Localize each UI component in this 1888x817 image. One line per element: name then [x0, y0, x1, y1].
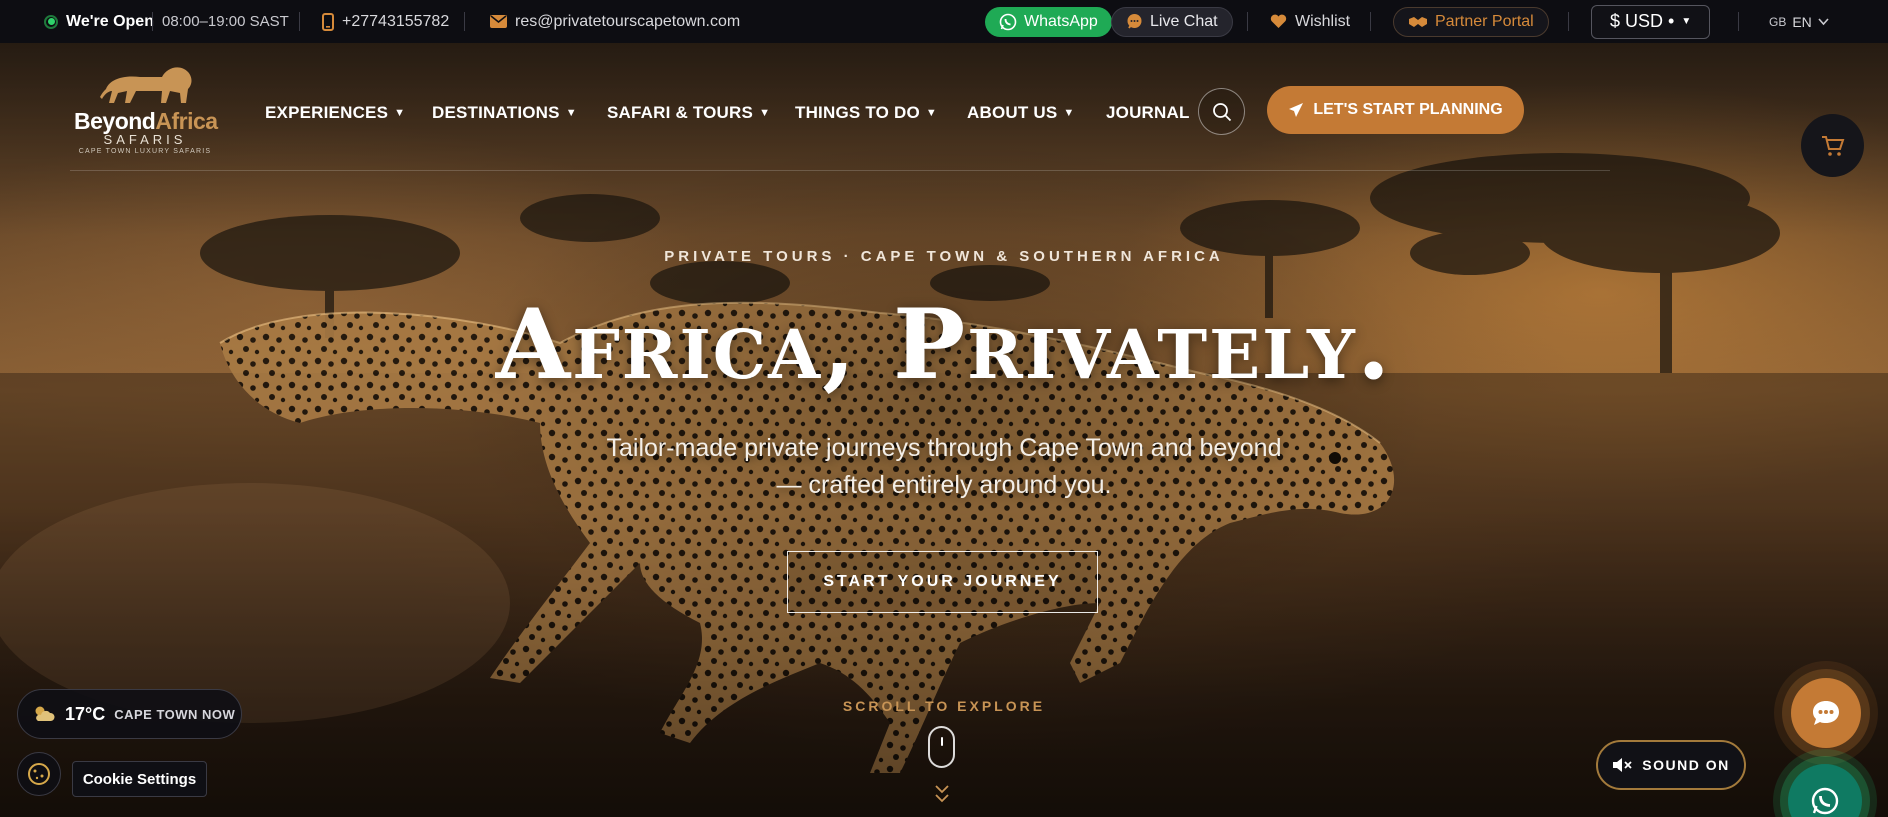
- nav-label: ABOUT US: [967, 103, 1058, 122]
- weather-icon: [35, 706, 55, 721]
- livechat-pill-wrap: Live Chat: [1111, 0, 1233, 43]
- live-chat-label: Live Chat: [1150, 12, 1218, 30]
- phone-link[interactable]: +27743155782: [322, 0, 449, 43]
- logo-word-1: Beyond: [74, 108, 156, 134]
- chevron-down-icon: ▼: [1063, 107, 1075, 119]
- chevron-down-icon: ▼: [925, 107, 937, 119]
- sound-toggle-button[interactable]: SOUND ON: [1596, 740, 1746, 790]
- phone-icon: [322, 12, 334, 31]
- nav-journal[interactable]: JOURNAL: [1106, 98, 1190, 128]
- weather-widget[interactable]: 17°C CAPE TOWN NOW: [17, 689, 242, 739]
- start-planning-button[interactable]: LET'S START PLANNING: [1267, 86, 1524, 134]
- whatsapp-button[interactable]: WhatsApp: [985, 6, 1112, 37]
- divider: [1568, 12, 1569, 31]
- search-icon: [1212, 102, 1231, 121]
- mail-icon: [490, 15, 507, 28]
- cookie-icon: [28, 763, 50, 785]
- whatsapp-icon: [1811, 787, 1839, 815]
- nav-label: SAFARI & TOURS: [607, 103, 754, 122]
- paper-plane-icon: [1289, 103, 1304, 117]
- currency-wrap: $ USD • ▼: [1591, 0, 1711, 43]
- nav-label: THINGS TO DO: [795, 103, 920, 122]
- currency-selector[interactable]: $ USD • ▼: [1591, 4, 1711, 39]
- heart-icon: [1270, 14, 1287, 28]
- whatsapp-label: WhatsApp: [1024, 12, 1098, 30]
- hours-text: 08:00–19:00 SAST: [162, 13, 289, 30]
- mute-icon: [1613, 758, 1632, 772]
- hero-eyebrow: PRIVATE TOURS · CAPE TOWN & SOUTHERN AFR…: [664, 248, 1224, 265]
- nav-safari-tours[interactable]: SAFARI & TOURS ▼: [607, 98, 770, 128]
- language-selector[interactable]: GB EN: [1769, 0, 1829, 43]
- chat-bubble-icon: [1813, 701, 1839, 725]
- wishlist-link[interactable]: Wishlist: [1270, 0, 1350, 43]
- whatsapp-icon: [999, 13, 1017, 30]
- divider: [1247, 12, 1248, 31]
- start-journey-button[interactable]: START YOUR JOURNEY: [787, 551, 1098, 613]
- cart-button[interactable]: [1801, 114, 1864, 177]
- logo-tagline: CAPE TOWN LUXURY SAFARIS: [78, 148, 212, 155]
- whatsapp-pill-wrap: WhatsApp: [985, 0, 1112, 43]
- logo-subtitle: SAFARIS: [103, 132, 187, 147]
- logo-word-2: Africa: [155, 108, 218, 134]
- top-bar: We're Open 08:00–19:00 SAST +27743155782…: [0, 0, 1888, 43]
- partner-pill-wrap: Partner Portal: [1393, 0, 1549, 43]
- nav-destinations[interactable]: DESTINATIONS ▼: [432, 98, 577, 128]
- chevron-down-icon: ▼: [394, 107, 406, 119]
- language-region: GB: [1769, 14, 1787, 29]
- chat-fab-button[interactable]: [1791, 678, 1861, 748]
- email-link[interactable]: res@privatetourscapetown.com: [490, 0, 740, 43]
- cookie-settings-button[interactable]: Cookie Settings: [72, 761, 207, 797]
- partner-portal-button[interactable]: Partner Portal: [1393, 6, 1549, 37]
- weather-temp: 17°C: [65, 703, 106, 724]
- divider: [299, 12, 300, 31]
- hero-subtitle: Tailor-made private journeys through Cap…: [606, 434, 1282, 499]
- nav-label: EXPERIENCES: [265, 103, 389, 122]
- chat-icon: [1127, 14, 1142, 29]
- language-label: EN: [1792, 13, 1812, 30]
- search-button[interactable]: [1198, 88, 1245, 135]
- wishlist-label: Wishlist: [1295, 12, 1351, 30]
- hero-section: BeyondAfrica SAFARIS CAPE TOWN LUXURY SA…: [0, 43, 1888, 817]
- cookie-icon-button[interactable]: [17, 752, 61, 796]
- cart-icon: [1821, 135, 1844, 156]
- open-status: We're Open: [44, 0, 154, 43]
- divider: [1370, 12, 1371, 31]
- scroll-chevrons-icon: [935, 785, 949, 803]
- nav-experiences[interactable]: EXPERIENCES ▼: [265, 98, 405, 128]
- divider: [1738, 12, 1739, 31]
- chevron-down-icon: ▼: [759, 107, 771, 119]
- lion-logo-icon: [100, 67, 192, 103]
- nav-label: JOURNAL: [1106, 103, 1190, 122]
- phone-number: +27743155782: [342, 12, 450, 30]
- live-chat-button[interactable]: Live Chat: [1111, 6, 1233, 37]
- sound-label: SOUND ON: [1642, 757, 1730, 773]
- divider: [464, 12, 465, 31]
- chevron-down-icon: ▼: [565, 107, 577, 119]
- nav-about-us[interactable]: ABOUT US ▼: [967, 98, 1074, 128]
- scroll-label: SCROLL TO EXPLORE: [842, 698, 1046, 714]
- scroll-mouse-icon[interactable]: [928, 726, 955, 768]
- divider: [152, 12, 153, 31]
- chevron-down-icon: [1818, 17, 1829, 25]
- email-address: res@privatetourscapetown.com: [515, 12, 741, 30]
- nav-things-to-do[interactable]: THINGS TO DO ▼: [795, 98, 937, 128]
- logo-wordmark: BeyondAfrica: [74, 108, 218, 135]
- start-planning-label: LET'S START PLANNING: [1313, 101, 1503, 118]
- currency-label: $ USD •: [1610, 11, 1675, 31]
- hero-headline: Africa, Privately.: [495, 288, 1393, 401]
- hours: 08:00–19:00 SAST: [162, 0, 289, 43]
- weather-city: CAPE TOWN NOW: [114, 706, 236, 722]
- open-status-label: We're Open: [66, 12, 154, 30]
- partner-portal-label: Partner Portal: [1435, 12, 1534, 30]
- open-status-icon: [44, 14, 58, 29]
- handshake-icon: [1409, 16, 1427, 27]
- site-logo[interactable]: BeyondAfrica SAFARIS CAPE TOWN LUXURY SA…: [70, 61, 220, 161]
- nav-divider: [70, 170, 1610, 171]
- caret-down-icon: ▼: [1681, 16, 1692, 27]
- nav-label: DESTINATIONS: [432, 103, 560, 122]
